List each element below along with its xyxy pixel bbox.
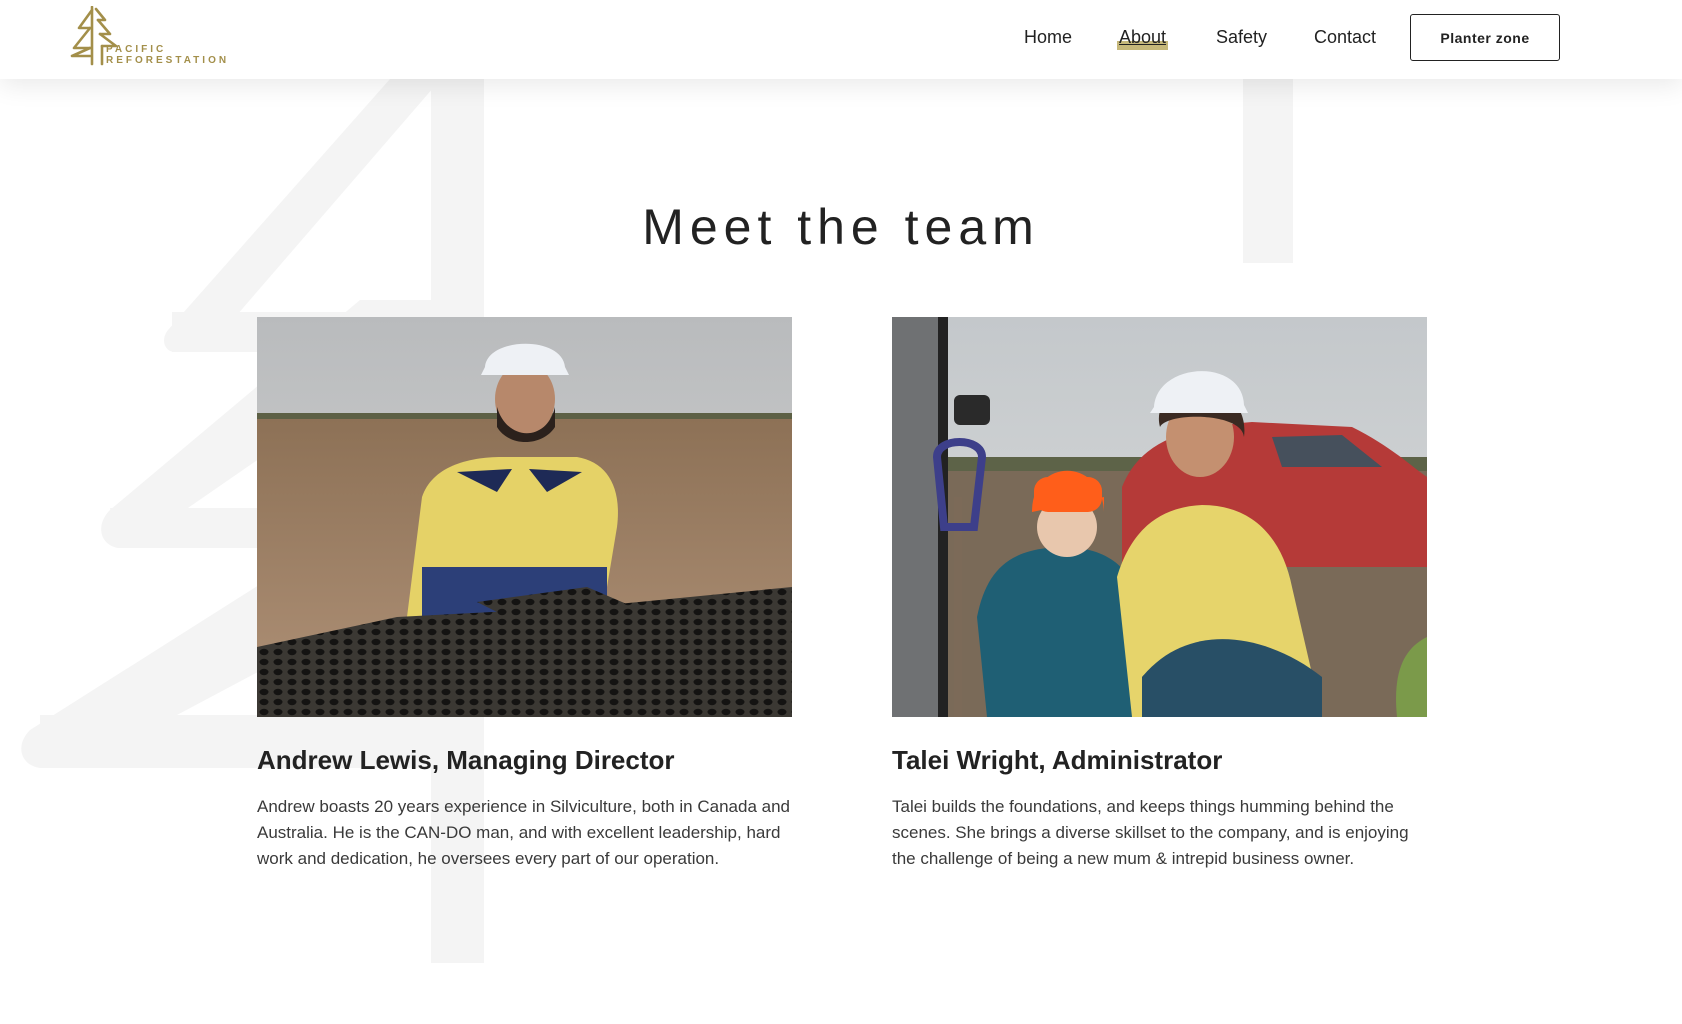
brand-line-2: REFORESTATION bbox=[106, 55, 230, 66]
nav-about-label: About bbox=[1119, 27, 1167, 47]
nav-home[interactable]: Home bbox=[1024, 26, 1072, 48]
nav-contact-label: Contact bbox=[1314, 27, 1377, 47]
team-card-andrew: Andrew Lewis, Managing Director Andrew b… bbox=[257, 317, 792, 872]
brand-line-1: PACIFIC bbox=[106, 44, 167, 55]
team-photo-talei bbox=[892, 317, 1427, 717]
nav-safety-label: Safety bbox=[1216, 27, 1268, 47]
nav-safety[interactable]: Safety bbox=[1216, 26, 1267, 48]
page: PACIFIC REFORESTATION Home About Safety … bbox=[0, 0, 1682, 1024]
nav-about[interactable]: About bbox=[1117, 26, 1169, 50]
nav-contact[interactable]: Contact bbox=[1314, 26, 1376, 48]
team-member-name: Andrew Lewis, Managing Director bbox=[257, 745, 675, 775]
planter-zone-button[interactable]: Planter zone bbox=[1410, 14, 1560, 61]
team-photo-talei-image bbox=[892, 317, 1427, 717]
team-member-name: Talei Wright, Administrator bbox=[892, 745, 1223, 775]
team-member-bio: Andrew boasts 20 years experience in Sil… bbox=[257, 797, 790, 868]
section-title: Meet the team bbox=[642, 199, 1040, 255]
team-photo-andrew bbox=[257, 317, 792, 717]
site-header: PACIFIC REFORESTATION Home About Safety … bbox=[0, 0, 1682, 79]
nav-home-label: Home bbox=[1024, 27, 1073, 47]
team-photo-andrew-image bbox=[257, 317, 792, 717]
team-member-bio: Talei builds the foundations, and keeps … bbox=[892, 797, 1409, 868]
team-card-talei: Talei Wright, Administrator Talei builds… bbox=[892, 317, 1427, 872]
background-tree-mark bbox=[21, 79, 1293, 963]
brand-logo[interactable]: PACIFIC REFORESTATION bbox=[70, 6, 230, 66]
